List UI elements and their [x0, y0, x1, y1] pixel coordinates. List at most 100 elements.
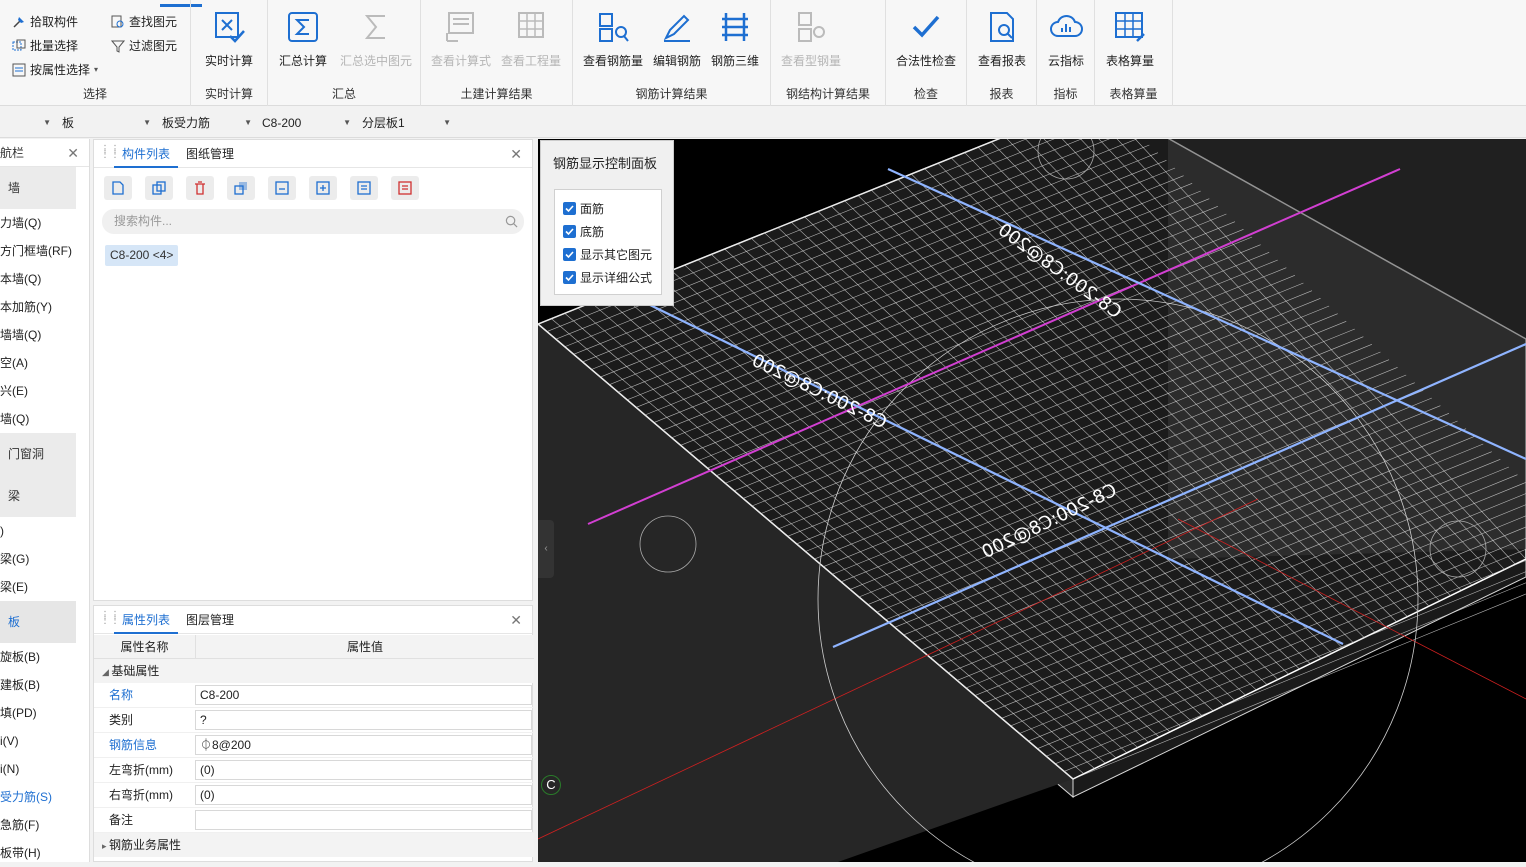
component-item-selected[interactable]: C8-200 <4>: [105, 245, 178, 266]
tab-property-list[interactable]: 属性列表: [114, 606, 178, 634]
copy-icon: [151, 180, 167, 196]
nav-category[interactable]: 板: [0, 601, 76, 643]
nav-item[interactable]: 墙(Q): [0, 405, 89, 433]
select-by-attribute-button[interactable]: 按属性选择▾: [12, 61, 98, 78]
nav-item[interactable]: 梁(G): [0, 545, 89, 573]
property-value-field[interactable]: ?: [195, 710, 532, 730]
nav-item[interactable]: 本加筋(Y): [0, 293, 89, 321]
view-rebar-quantity-button[interactable]: 查看钢筋量: [578, 10, 648, 69]
nav-item[interactable]: i(N): [0, 755, 89, 783]
tab-layer-management[interactable]: 图层管理: [178, 606, 242, 634]
checkbox-top-rebar[interactable]: 面筋: [563, 200, 604, 217]
nav-item[interactable]: 墙墙(Q): [0, 321, 89, 349]
validity-check-button[interactable]: 合法性检查: [891, 10, 961, 69]
sum-selected-button[interactable]: 汇总选中图元: [336, 10, 416, 69]
drag-handle-icon[interactable]: ⋮⋮⋮⋮: [100, 147, 120, 157]
realtime-calc-button[interactable]: 实时计算: [194, 10, 264, 69]
property-name: 右弯折(mm): [94, 783, 195, 807]
nav-item[interactable]: 填(PD): [0, 699, 89, 727]
property-name: 钢筋信息: [94, 733, 195, 757]
drag-handle-icon[interactable]: ⋮⋮⋮⋮: [100, 613, 120, 623]
category-select[interactable]: 板▼: [58, 112, 155, 134]
nav-item[interactable]: 方门框墙(RF): [0, 237, 89, 265]
collapse-panel-handle[interactable]: ‹: [538, 520, 554, 578]
export-button[interactable]: [309, 176, 337, 200]
property-value-field[interactable]: C8-200: [195, 685, 532, 705]
pick-component-button[interactable]: 拾取构件: [12, 13, 78, 30]
checkbox-checked-icon: [563, 225, 576, 238]
tab-component-list[interactable]: 构件列表: [114, 140, 178, 168]
nav-list: 墙力墙(Q)方门框墙(RF)本墙(Q)本加筋(Y)墙墙(Q)空(A)兴(E)墙(…: [0, 167, 89, 867]
nav-item[interactable]: 本墙(Q): [0, 265, 89, 293]
filter-element-button[interactable]: 过滤图元: [111, 37, 177, 54]
section-rebar-properties[interactable]: ▸ 钢筋业务属性: [94, 833, 534, 857]
checkbox-show-detailed-formula[interactable]: 显示详细公式: [563, 269, 652, 286]
find-element-button[interactable]: 查找图元: [111, 13, 177, 30]
nav-category[interactable]: 梁: [0, 475, 76, 517]
overlay-band: [1168, 139, 1526, 559]
property-name: 名称: [94, 683, 195, 707]
property-value-field[interactable]: ⏀8@200: [195, 735, 532, 755]
grid-settings-icon: [397, 180, 413, 196]
search-input[interactable]: 搜索构件...: [102, 209, 524, 234]
batch-select-button[interactable]: 批量选择: [12, 37, 78, 54]
view-rebar-qty-icon: [596, 10, 630, 44]
trash-icon: [192, 180, 208, 196]
floor-select[interactable]: ▼: [0, 112, 55, 134]
settings-button[interactable]: [391, 176, 419, 200]
realtime-calc-icon: [212, 10, 246, 44]
view-report-button[interactable]: 查看报表: [967, 10, 1037, 69]
list-icon: [356, 180, 372, 196]
nav-item[interactable]: 建板(B): [0, 671, 89, 699]
nav-category[interactable]: 墙: [0, 167, 76, 209]
dropdown-arrow-icon: ▼: [343, 112, 351, 134]
tab-drawing-management[interactable]: 图纸管理: [178, 140, 242, 168]
property-value-field[interactable]: (0): [195, 760, 532, 780]
close-icon[interactable]: ✕: [510, 612, 522, 629]
list-view-button[interactable]: [350, 176, 378, 200]
property-value-field[interactable]: [195, 810, 532, 830]
search-icon[interactable]: [505, 215, 518, 228]
nav-item[interactable]: 急筋(F): [0, 811, 89, 839]
cloud-index-button[interactable]: 云指标: [1031, 10, 1101, 69]
close-icon[interactable]: ✕: [510, 146, 522, 163]
copy-component-button[interactable]: [145, 176, 173, 200]
nav-item[interactable]: 力墙(Q): [0, 209, 89, 237]
checkbox-show-other-elements[interactable]: 显示其它图元: [563, 246, 652, 263]
rebar-3d-button[interactable]: 钢筋三维: [700, 10, 770, 69]
section-basic-properties[interactable]: ◢ 基础属性: [94, 659, 534, 683]
ribbon-toolbar: 拾取构件 批量选择 按属性选择▾ 查找图元 过滤图元 选择 实时计算 实时计算: [0, 0, 1526, 106]
nav-item[interactable]: 兴(E): [0, 377, 89, 405]
view-quantity-button[interactable]: 查看工程量: [496, 10, 566, 69]
close-icon[interactable]: ✕: [67, 139, 79, 167]
view-steel-quantity-button[interactable]: 查看型钢量: [776, 10, 846, 69]
property-value-field[interactable]: (0): [195, 785, 532, 805]
nav-item[interactable]: 板带(H): [0, 839, 89, 867]
view-steel-icon: [794, 10, 828, 44]
sum-calc-button[interactable]: 汇总计算: [268, 10, 338, 69]
type-select[interactable]: 板受力筋▼: [158, 112, 256, 134]
nav-item[interactable]: 旋板(B): [0, 643, 89, 671]
nav-item[interactable]: ): [0, 517, 89, 545]
nav-item[interactable]: 梁(E): [0, 573, 89, 601]
viewport-canvas[interactable]: C8-200:C8@200C8-200:C8@200C8-200:C8@200: [538, 139, 1526, 862]
checkbox-bottom-rebar[interactable]: 底筋: [563, 223, 604, 240]
table-calc-button[interactable]: 表格算量: [1095, 10, 1165, 69]
new-component-button[interactable]: [104, 176, 132, 200]
select-group: 拾取构件 批量选择 按属性选择▾ 查找图元 过滤图元 选择: [0, 0, 191, 106]
duplicate-layer-button[interactable]: [227, 176, 255, 200]
component-panel-tabs: ⋮⋮⋮⋮ 构件列表 图纸管理 ✕: [94, 140, 532, 168]
nav-item[interactable]: 空(A): [0, 349, 89, 377]
cloud-index-icon: [1049, 10, 1083, 44]
delete-component-button[interactable]: [186, 176, 214, 200]
import-button[interactable]: [268, 176, 296, 200]
property-table-header: 属性名称 属性值: [94, 635, 534, 659]
3d-viewport[interactable]: C8-200:C8@200C8-200:C8@200C8-200:C8@200: [538, 139, 1526, 862]
nav-item[interactable]: 受力筋(S): [0, 783, 89, 811]
nav-item[interactable]: i(V): [0, 727, 89, 755]
nav-category[interactable]: 门窗洞: [0, 433, 76, 475]
view-formula-button[interactable]: 查看计算式: [426, 10, 496, 69]
component-select[interactable]: C8-200▼: [258, 112, 355, 134]
layer-select[interactable]: 分层板1▼: [358, 112, 455, 134]
batch-select-icon: [12, 39, 26, 53]
